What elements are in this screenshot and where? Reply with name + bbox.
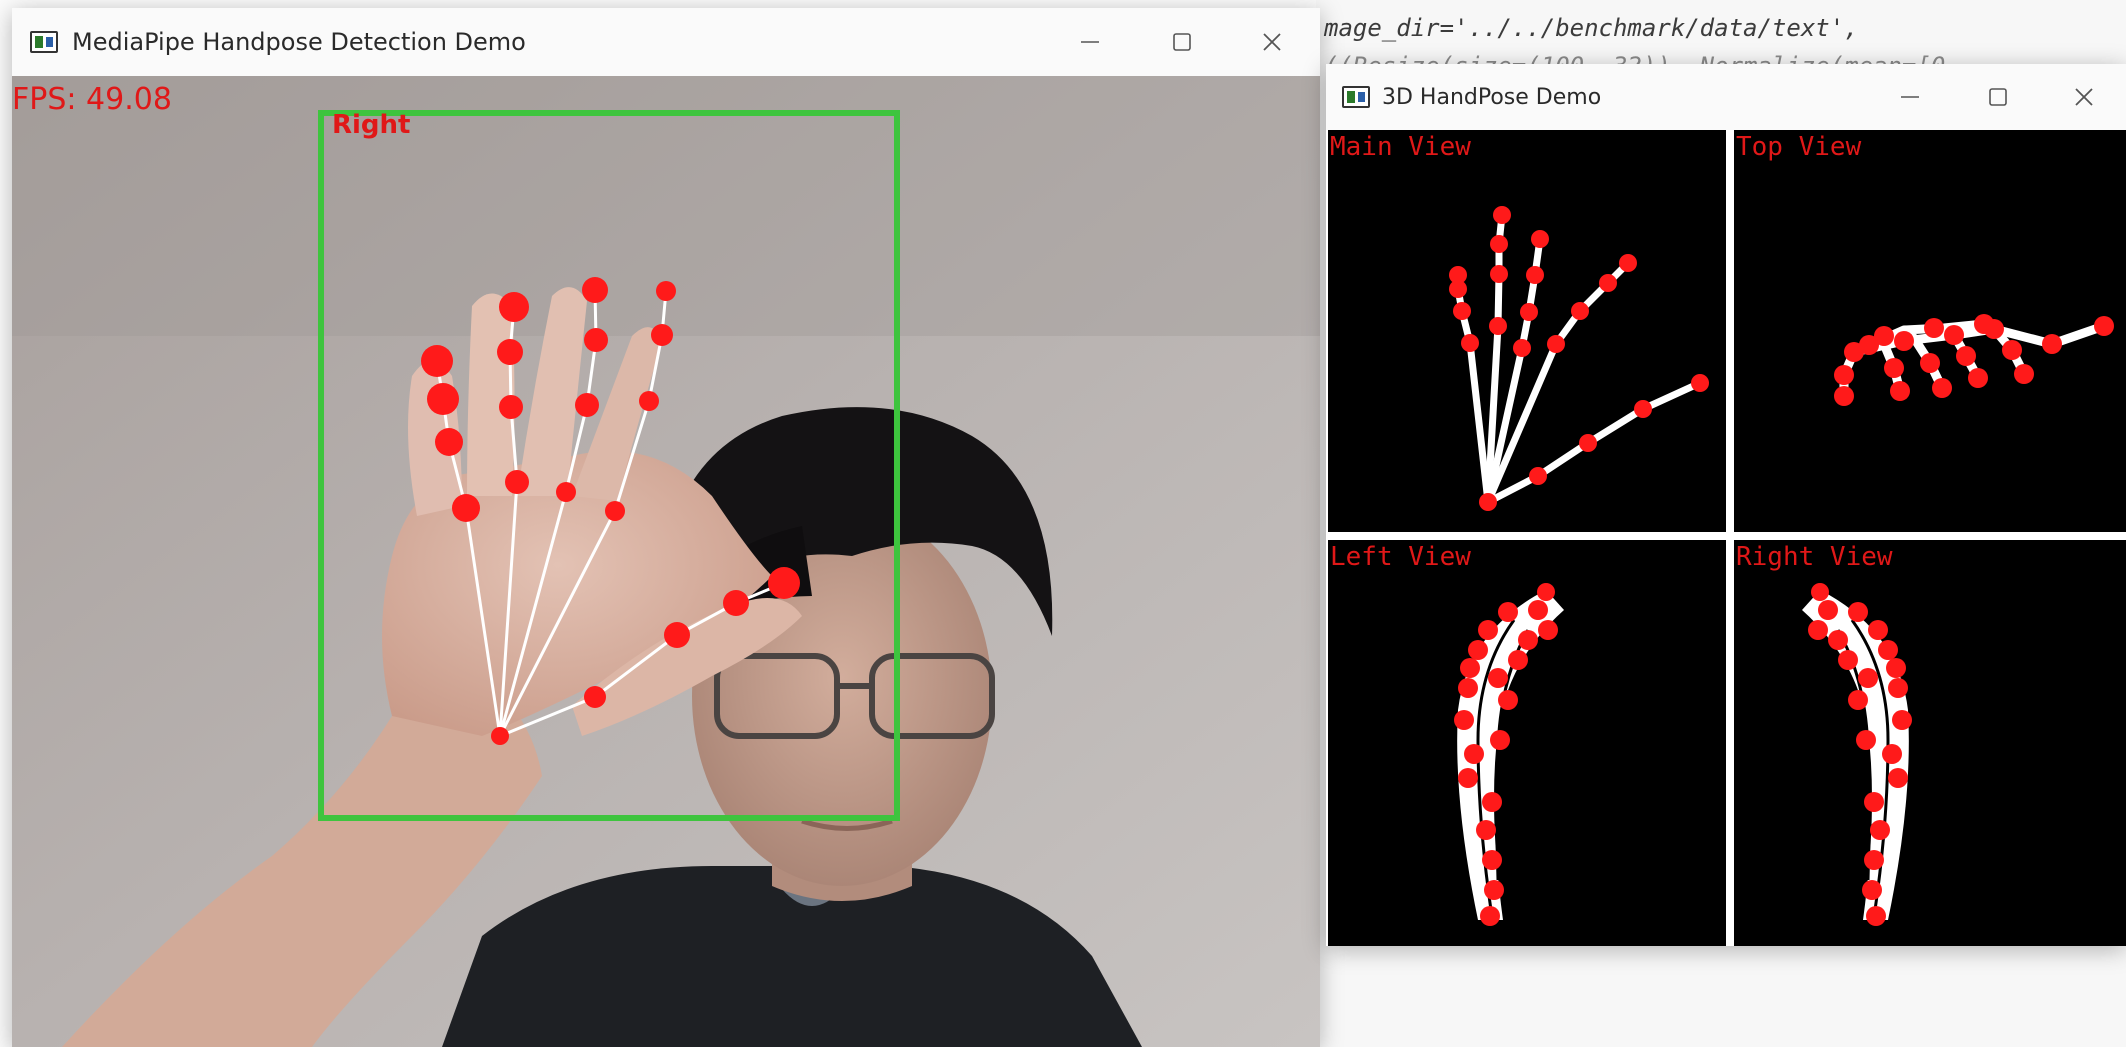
main-view-panel: Main View (1328, 130, 1726, 532)
code-line: mage_dir='../../benchmark/data/text', (1324, 14, 1859, 42)
left-view-panel: Left View (1328, 540, 1726, 946)
close-icon[interactable] (1226, 8, 1318, 76)
view-label: Main View (1330, 132, 1471, 162)
desktop: mage_dir='../../benchmark/data/text', ((… (0, 0, 2126, 1047)
camera-frame (12, 76, 1320, 1047)
title-bar[interactable]: 3D HandPose Demo (1326, 64, 2126, 130)
maximize-icon[interactable] (1954, 64, 2042, 130)
window-title: MediaPipe Handpose Detection Demo (72, 28, 526, 56)
view-label: Right View (1736, 542, 1893, 572)
opencv-window-icon (1342, 86, 1370, 108)
opencv-window-icon (30, 31, 58, 53)
hand3d-window[interactable]: 3D HandPose Demo Main View Top View Left… (1326, 64, 2126, 946)
right-view-panel: Right View (1734, 540, 2126, 946)
top-view-panel: Top View (1734, 130, 2126, 532)
fps-counter: FPS: 49.08 (12, 82, 172, 117)
main-view-skeleton (1449, 206, 1709, 511)
close-icon[interactable] (2040, 64, 2126, 130)
right-view-skeleton (1802, 583, 1912, 926)
handedness-label: Right (332, 110, 411, 140)
minimize-icon[interactable] (1044, 8, 1136, 76)
minimize-icon[interactable] (1866, 64, 1954, 130)
view-grid: Main View Top View Left View Right View (1328, 130, 2126, 946)
camera-feed: FPS: 49.08 Right (12, 76, 1320, 1047)
handpose-detection-window[interactable]: MediaPipe Handpose Detection Demo FPS: 4… (12, 8, 1320, 1047)
view-label: Top View (1736, 132, 1862, 162)
window-title: 3D HandPose Demo (1382, 84, 1602, 110)
top-view-skeleton (1834, 314, 2114, 406)
view-label: Left View (1330, 542, 1471, 572)
maximize-icon[interactable] (1136, 8, 1228, 76)
left-view-skeleton (1454, 583, 1564, 926)
title-bar[interactable]: MediaPipe Handpose Detection Demo (12, 8, 1320, 76)
